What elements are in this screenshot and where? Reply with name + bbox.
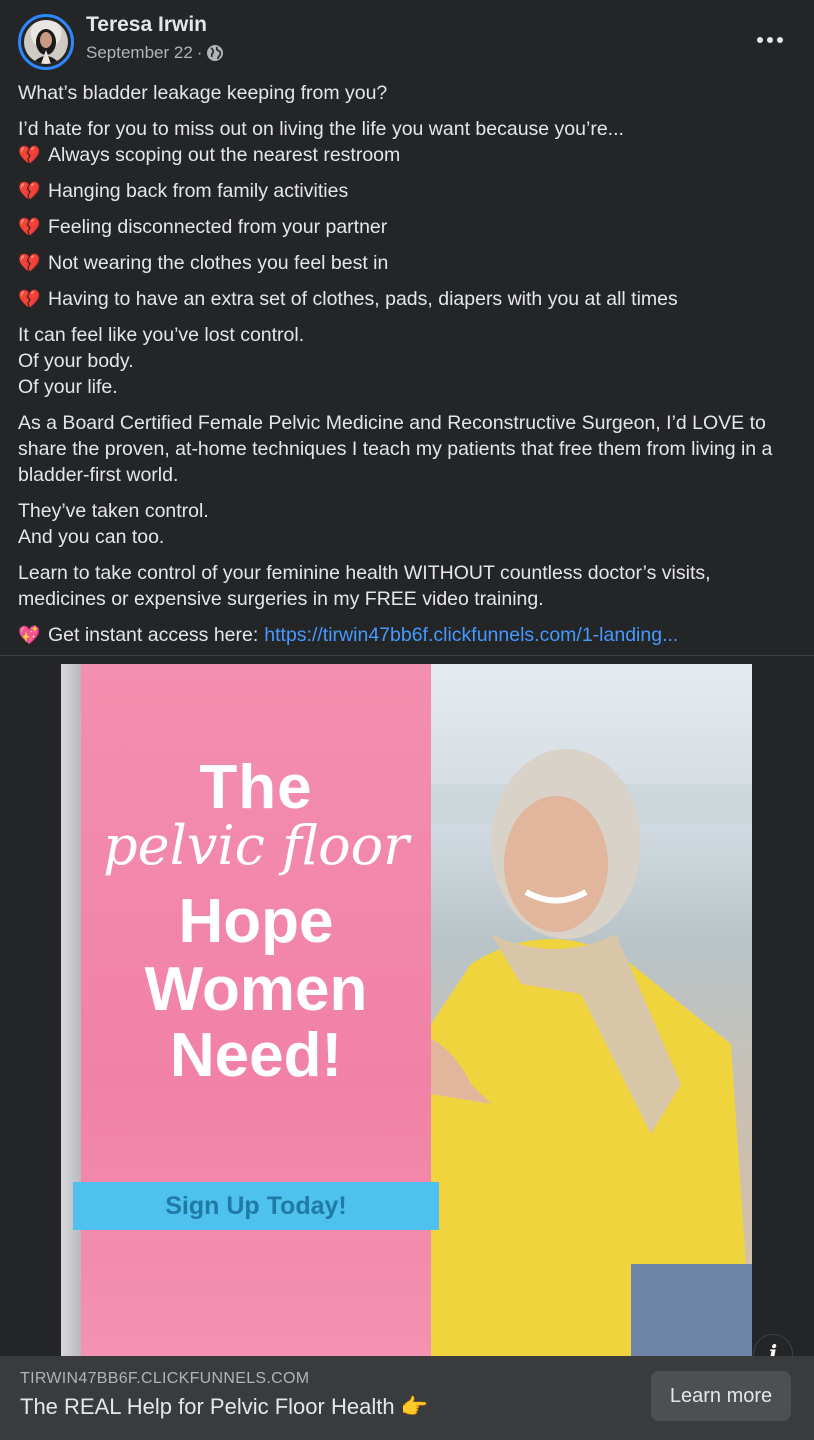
landing-link[interactable]: https://tirwin47bb6f.clickfunnels.com/1-… xyxy=(264,622,678,648)
headline-need: Need! xyxy=(169,1021,343,1090)
post-paragraph: It can feel like you’ve lost control. Of… xyxy=(18,322,798,400)
divider xyxy=(0,655,814,656)
post-header: Teresa Irwin September 22 · xyxy=(0,0,814,80)
bullet-text: Hanging back from family activities xyxy=(48,180,349,202)
ad-image[interactable]: The pelvic floor Hope Women Need! Sign U… xyxy=(61,664,752,1356)
bullet-item: 💔 Having to have an extra set of clothes… xyxy=(18,286,798,312)
globe-icon xyxy=(207,45,224,61)
bullet-item: 💔 Feeling disconnected from your partner xyxy=(18,214,798,240)
meta-separator: · xyxy=(196,43,203,62)
post-line: They’ve taken control. xyxy=(18,500,209,522)
post-line: It can feel like you’ve lost control. xyxy=(18,324,305,346)
post-line: I’d hate for you to miss out on living t… xyxy=(18,118,624,140)
bullet-text: Feeling disconnected from your partner xyxy=(48,216,388,238)
post-line: Of your life. xyxy=(18,376,118,398)
access-line: 💖 Get instant access here: https://tirwi… xyxy=(18,622,798,648)
broken-heart-icon: 💔 xyxy=(18,217,41,237)
broken-heart-icon: 💔 xyxy=(18,253,41,273)
link-headline: The REAL Help for Pelvic Floor Health 👉 xyxy=(20,1394,428,1420)
avatar-photo xyxy=(24,20,68,64)
headline-women: Women xyxy=(144,955,368,1024)
headline-hope: Hope xyxy=(178,887,334,956)
bullet-item: 💔 Always scoping out the nearest restroo… xyxy=(18,142,798,168)
headline-pelvic-floor: pelvic floor xyxy=(103,814,409,877)
woman-illustration xyxy=(431,749,752,1356)
avatar-portrait xyxy=(32,29,60,64)
bullet-text: Not wearing the clothes you feel best in xyxy=(48,252,389,274)
post-line: Learn to take control of your feminine h… xyxy=(18,562,711,610)
link-preview-footer[interactable]: TIRWIN47BB6F.CLICKFUNNELS.COM The REAL H… xyxy=(0,1356,814,1440)
author-name[interactable]: Teresa Irwin xyxy=(86,13,207,37)
image-left-strip xyxy=(61,664,81,1356)
sparkling-heart-icon: 💖 xyxy=(18,625,41,645)
woman-photo xyxy=(431,664,752,1356)
post-date[interactable]: September 22 xyxy=(86,43,193,63)
post-paragraph: They’ve taken control. And you can too. xyxy=(18,498,798,550)
bullet-item: 💔 Not wearing the clothes you feel best … xyxy=(18,250,798,276)
link-domain: TIRWIN47BB6F.CLICKFUNNELS.COM xyxy=(20,1370,310,1387)
post-line: And you can too. xyxy=(18,526,165,548)
broken-heart-icon: 💔 xyxy=(18,145,41,165)
signup-banner: Sign Up Today! xyxy=(73,1182,439,1230)
more-options-icon[interactable] xyxy=(754,24,786,56)
author-avatar[interactable] xyxy=(18,14,74,70)
broken-heart-icon: 💔 xyxy=(18,181,41,201)
broken-heart-icon: 💔 xyxy=(18,289,41,309)
post-line: What’s bladder leakage keeping from you? xyxy=(18,82,388,104)
post-line: As a Board Certified Female Pelvic Medic… xyxy=(18,412,773,486)
bullet-text: Always scoping out the nearest restroom xyxy=(48,144,401,166)
learn-more-button[interactable]: Learn more xyxy=(651,1371,791,1421)
more-dot xyxy=(767,37,773,43)
post-body: What’s bladder leakage keeping from you?… xyxy=(18,80,798,658)
pointing-hand-icon: 👉 xyxy=(400,1394,428,1419)
bullet-item: 💔 Hanging back from family activities xyxy=(18,178,798,204)
post-meta: September 22 · xyxy=(86,43,224,63)
bullet-text: Having to have an extra set of clothes, … xyxy=(48,288,678,310)
more-dot xyxy=(757,37,763,43)
post-line: Of your body. xyxy=(18,350,134,372)
headline-the: The xyxy=(199,753,313,822)
access-text: Get instant access here: xyxy=(48,624,259,646)
more-dot xyxy=(777,37,783,43)
headline-text: The REAL Help for Pelvic Floor Health xyxy=(20,1394,395,1419)
